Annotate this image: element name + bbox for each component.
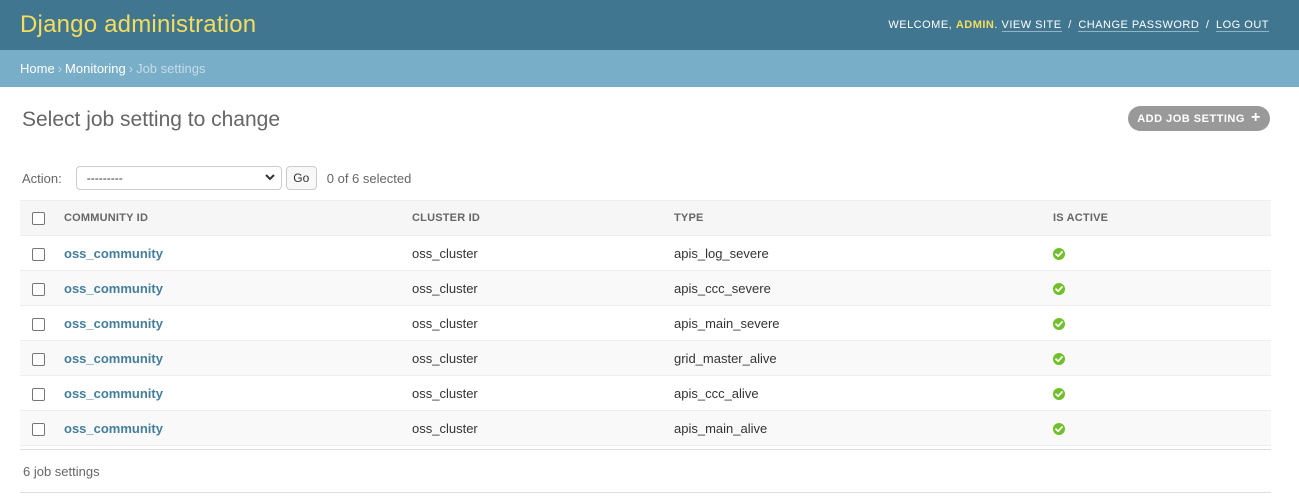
breadcrumb-home[interactable]: Home xyxy=(20,61,55,76)
column-header-type[interactable]: Type xyxy=(670,201,1050,236)
action-select[interactable]: --------- xyxy=(76,166,282,190)
is-active-cell xyxy=(1050,236,1271,271)
plus-icon: + xyxy=(1251,110,1261,126)
cluster-id-cell: oss_cluster xyxy=(409,341,670,376)
log-out-link[interactable]: Log out xyxy=(1216,19,1269,32)
community-id-link[interactable]: oss_community xyxy=(64,351,163,366)
type-cell: apis_main_severe xyxy=(670,306,1050,341)
action-select-value: --------- xyxy=(87,171,123,185)
check-circle-icon xyxy=(1053,423,1065,435)
community-id-cell: oss_community xyxy=(60,411,409,446)
table-header-row: Community ID Cluster ID Type Is active xyxy=(20,201,1271,236)
is-active-cell xyxy=(1050,271,1271,306)
table-row: oss_community oss_clusterapis_log_severe xyxy=(20,236,1271,271)
column-header-community-id[interactable]: Community ID xyxy=(60,201,409,236)
check-circle-icon xyxy=(1053,353,1065,365)
community-id-link[interactable]: oss_community xyxy=(64,281,163,296)
type-cell: grid_master_alive xyxy=(670,341,1050,376)
breadcrumb: Home › Monitoring › Job settings xyxy=(0,50,1299,87)
check-circle-icon xyxy=(1053,318,1065,330)
community-id-cell: oss_community xyxy=(60,306,409,341)
table-row: oss_community oss_clusterapis_ccc_alive xyxy=(20,376,1271,411)
column-header-cluster-id[interactable]: Cluster ID xyxy=(409,201,670,236)
cluster-id-cell: oss_cluster xyxy=(409,411,670,446)
community-id-cell: oss_community xyxy=(60,271,409,306)
type-cell: apis_main_alive xyxy=(670,411,1050,446)
row-checkbox[interactable] xyxy=(32,248,45,261)
table-row: oss_community oss_clusterapis_main_severe xyxy=(20,306,1271,341)
community-id-cell: oss_community xyxy=(60,376,409,411)
breadcrumb-current: Job settings xyxy=(136,61,205,76)
row-checkbox-cell xyxy=(20,236,60,271)
community-id-cell: oss_community xyxy=(60,236,409,271)
welcome-text: Welcome, xyxy=(888,19,952,31)
site-branding[interactable]: Django administration xyxy=(20,11,256,39)
view-site-link[interactable]: View site xyxy=(1002,19,1062,32)
breadcrumb-separator: › xyxy=(129,61,133,76)
row-checkbox[interactable] xyxy=(32,388,45,401)
cluster-id-cell: oss_cluster xyxy=(409,306,670,341)
column-header-is-active[interactable]: Is active xyxy=(1050,201,1271,236)
user-tools: Welcome, admin. View site / Change passw… xyxy=(888,19,1269,31)
table-row: oss_community oss_clustergrid_master_aliv… xyxy=(20,341,1271,376)
community-id-link[interactable]: oss_community xyxy=(64,316,163,331)
row-checkbox-cell xyxy=(20,271,60,306)
is-active-cell xyxy=(1050,411,1271,446)
username: admin xyxy=(956,19,995,31)
check-circle-icon xyxy=(1053,388,1065,400)
table-row: oss_community oss_clusterapis_main_alive xyxy=(20,411,1271,446)
separator: / xyxy=(1068,19,1072,31)
breadcrumb-app[interactable]: Monitoring xyxy=(65,61,126,76)
action-label: Action: xyxy=(22,171,62,186)
row-checkbox-cell xyxy=(20,306,60,341)
is-active-cell xyxy=(1050,376,1271,411)
row-checkbox-cell xyxy=(20,376,60,411)
paginator: 6 job settings xyxy=(20,449,1271,493)
table-row: oss_community oss_clusterapis_ccc_severe xyxy=(20,271,1271,306)
select-all-cell xyxy=(20,201,60,236)
community-id-cell: oss_community xyxy=(60,341,409,376)
row-checkbox-cell xyxy=(20,341,60,376)
community-id-link[interactable]: oss_community xyxy=(64,246,163,261)
row-checkbox[interactable] xyxy=(32,283,45,296)
type-cell: apis_ccc_severe xyxy=(670,271,1050,306)
selected-count: 0 of 6 selected xyxy=(327,171,412,186)
actions-bar: Action: --------- Go 0 of 6 selected xyxy=(20,164,411,192)
header: Django administration Welcome, admin. Vi… xyxy=(0,0,1299,50)
is-active-cell xyxy=(1050,306,1271,341)
check-circle-icon xyxy=(1053,283,1065,295)
cluster-id-cell: oss_cluster xyxy=(409,376,670,411)
cluster-id-cell: oss_cluster xyxy=(409,271,670,306)
row-checkbox[interactable] xyxy=(32,353,45,366)
select-all-checkbox[interactable] xyxy=(32,212,45,225)
row-checkbox[interactable] xyxy=(32,318,45,331)
breadcrumb-separator: › xyxy=(58,61,62,76)
add-job-setting-button[interactable]: Add job setting + xyxy=(1128,106,1270,131)
result-table: Community ID Cluster ID Type Is active o… xyxy=(20,200,1271,446)
cluster-id-cell: oss_cluster xyxy=(409,236,670,271)
separator: / xyxy=(1206,19,1210,31)
community-id-link[interactable]: oss_community xyxy=(64,386,163,401)
go-button[interactable]: Go xyxy=(286,166,317,190)
add-button-label: Add job setting xyxy=(1137,113,1245,125)
check-circle-icon xyxy=(1053,248,1065,260)
chevron-down-icon xyxy=(265,173,275,184)
change-password-link[interactable]: Change password xyxy=(1078,19,1199,32)
page-title: Select job setting to change xyxy=(22,108,280,132)
row-checkbox[interactable] xyxy=(32,423,45,436)
type-cell: apis_log_severe xyxy=(670,236,1050,271)
is-active-cell xyxy=(1050,341,1271,376)
type-cell: apis_ccc_alive xyxy=(670,376,1050,411)
community-id-link[interactable]: oss_community xyxy=(64,421,163,436)
row-checkbox-cell xyxy=(20,411,60,446)
